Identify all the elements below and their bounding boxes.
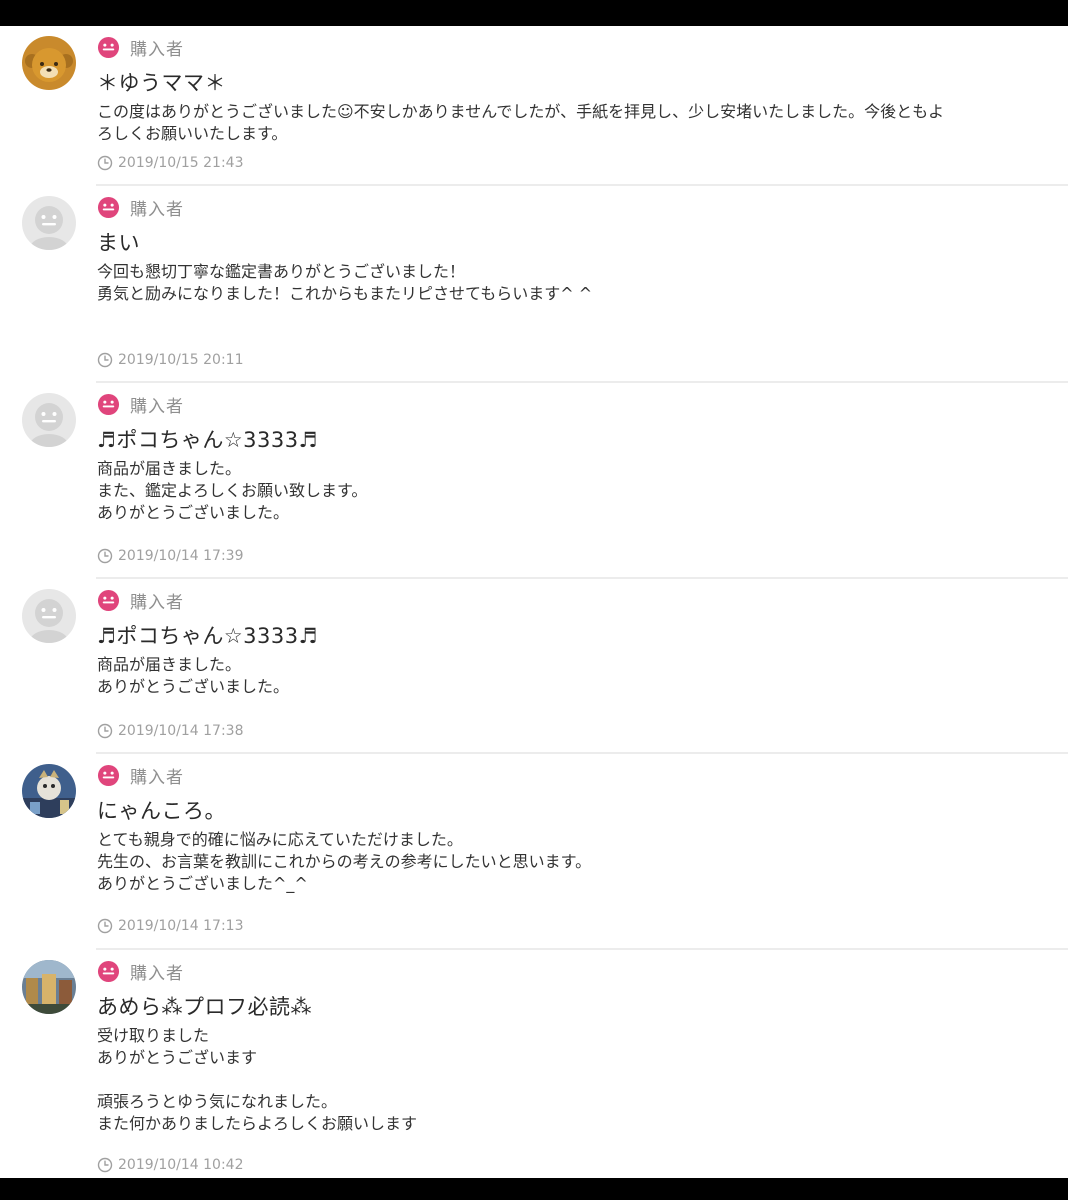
timestamp: 2019/10/15 21:43	[97, 153, 244, 173]
smiley-icon	[97, 960, 120, 982]
comment-line: 商品が届きました。	[97, 655, 242, 674]
default-avatar-icon[interactable]	[22, 196, 76, 250]
review-item: 購入者 にゃんころ。 とても親身で的確に悩みに応えていただけました。 先生の、お…	[0, 754, 1068, 950]
comment-text: 商品が届きました。 また、鑑定よろしくお願い致します。 ありがとうございました。	[97, 458, 1047, 524]
smiley-icon	[97, 196, 120, 218]
username[interactable]: まい	[97, 227, 140, 257]
timestamp: 2019/10/14 17:38	[97, 721, 244, 741]
comment-line: 今回も懇切丁寧な鑑定書ありがとうございました！	[97, 262, 466, 281]
username[interactable]: ＊ゆうママ＊	[97, 67, 226, 97]
comment-text: 受け取りました ありがとうございます 頑張ろうとゆう気になれました。 また何かあ…	[97, 1025, 1047, 1135]
username[interactable]: あめら⁂プロフ必読⁂	[97, 991, 312, 1021]
buyer-role: 購入者	[97, 35, 184, 60]
smiley-icon	[97, 36, 120, 58]
comment-line: また、鑑定よろしくお願い致します。	[97, 481, 368, 500]
comment-line: この度はありがとうございました☺不安しかありませんでしたが、手紙を拝見し、少し安…	[97, 102, 945, 121]
role-label: 購入者	[130, 39, 184, 60]
comment-line: ありがとうございました。	[97, 503, 290, 522]
comment-line: 先生の、お言葉を教訓にこれからの考えの参考にしたいと思います。	[97, 852, 592, 871]
buyer-role: 購入者	[97, 195, 184, 220]
smiley-icon	[97, 764, 120, 786]
timestamp: 2019/10/14 17:39	[97, 546, 244, 566]
timestamp-text: 2019/10/15 20:11	[118, 352, 244, 368]
photo-avatar-icon[interactable]	[22, 960, 76, 1014]
smiley-icon	[97, 393, 120, 415]
review-item: 購入者 あめら⁂プロフ必読⁂ 受け取りました ありがとうございます 頑張ろうとゆ…	[0, 950, 1068, 1178]
comment-line	[97, 1069, 1047, 1091]
username[interactable]: にゃんころ。	[97, 795, 226, 825]
comment-text: この度はありがとうございました☺不安しかありませんでしたが、手紙を拝見し、少し安…	[97, 101, 1047, 145]
comment-text: とても親身で的確に悩みに応えていただけました。 先生の、お言葉を教訓にこれからの…	[97, 829, 1047, 895]
comment-text: 商品が届きました。 ありがとうございました。	[97, 654, 1047, 698]
role-label: 購入者	[130, 396, 184, 417]
timestamp: 2019/10/14 10:42	[97, 1155, 244, 1175]
clock-icon	[97, 548, 113, 564]
role-label: 購入者	[130, 199, 184, 220]
role-label: 購入者	[130, 767, 184, 788]
buyer-role: 購入者	[97, 959, 184, 984]
clock-icon	[97, 1157, 113, 1173]
review-item: 購入者 まい 今回も懇切丁寧な鑑定書ありがとうございました！ 勇気と励みになりま…	[0, 186, 1068, 383]
timestamp-text: 2019/10/14 17:39	[118, 548, 244, 564]
clock-icon	[97, 918, 113, 934]
comment-line: 商品が届きました。	[97, 459, 242, 478]
review-item: 購入者 ＊ゆうママ＊ この度はありがとうございました☺不安しかありませんでしたが…	[0, 26, 1068, 186]
timestamp-text: 2019/10/14 17:13	[118, 918, 244, 934]
clock-icon	[97, 155, 113, 171]
review-list: 購入者 ＊ゆうママ＊ この度はありがとうございました☺不安しかありませんでしたが…	[0, 26, 1068, 1178]
default-avatar-icon[interactable]	[22, 589, 76, 643]
comment-line: ありがとうございました。	[97, 677, 290, 696]
comment-line: 受け取りました	[97, 1026, 210, 1045]
timestamp-text: 2019/10/14 17:38	[118, 723, 244, 739]
review-item: 購入者 ♬ポコちゃん☆3333♬ 商品が届きました。 ありがとうございました。 …	[0, 579, 1068, 754]
review-item: 購入者 ♬ポコちゃん☆3333♬ 商品が届きました。 また、鑑定よろしくお願い致…	[0, 383, 1068, 579]
timestamp-text: 2019/10/14 10:42	[118, 1157, 244, 1173]
role-label: 購入者	[130, 963, 184, 984]
timestamp-text: 2019/10/15 21:43	[118, 155, 244, 171]
buyer-role: 購入者	[97, 392, 184, 417]
smiley-icon	[97, 589, 120, 611]
comment-line: ろしくお願いいたします。	[97, 124, 288, 143]
buyer-role: 購入者	[97, 588, 184, 613]
comment-line: とても親身で的確に悩みに応えていただけました。	[97, 830, 463, 849]
timestamp: 2019/10/14 17:13	[97, 916, 244, 936]
comment-line: また何かありましたらよろしくお願いします	[97, 1114, 418, 1133]
photo-avatar-icon[interactable]	[22, 764, 76, 818]
clock-icon	[97, 723, 113, 739]
comment-line: ありがとうございました^_^	[97, 874, 308, 893]
default-avatar-icon[interactable]	[22, 393, 76, 447]
comment-line: 勇気と励みになりました！これからもまたリピさせてもらいます^ ^	[97, 284, 593, 303]
clock-icon	[97, 352, 113, 368]
timestamp: 2019/10/15 20:11	[97, 350, 244, 370]
bear-avatar-icon[interactable]	[22, 36, 76, 90]
buyer-role: 購入者	[97, 763, 184, 788]
comment-text: 今回も懇切丁寧な鑑定書ありがとうございました！ 勇気と励みになりました！これから…	[97, 261, 1047, 305]
comment-line: ありがとうございます	[97, 1048, 258, 1067]
username[interactable]: ♬ポコちゃん☆3333♬	[97, 424, 318, 454]
role-label: 購入者	[130, 592, 184, 613]
comment-line: 頑張ろうとゆう気になれました。	[97, 1092, 338, 1111]
username[interactable]: ♬ポコちゃん☆3333♬	[97, 620, 318, 650]
